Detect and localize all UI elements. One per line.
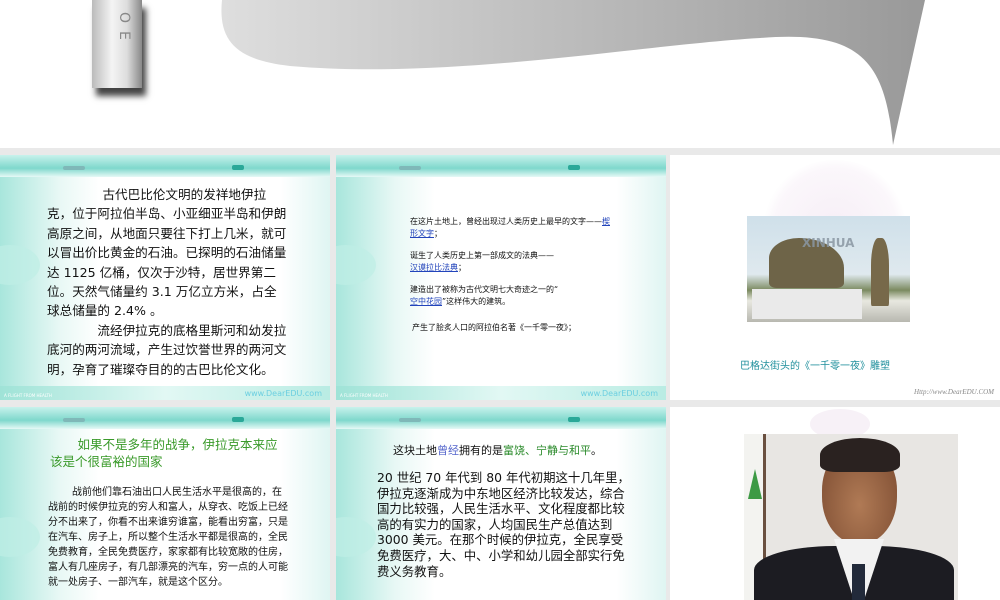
header-pill (399, 166, 421, 170)
slide-header-bar (0, 407, 330, 429)
footer-brand: A FLIGHT FROM HEALTH (340, 393, 388, 398)
paragraph: 古代巴比伦文明的发祥地伊拉克，位于阿拉伯半岛、小亚细亚半岛和伊朗高原之间，从地面… (47, 187, 287, 319)
line: 诞生了人类历史上第一部成文的法典—— 汉谟拉比法典； (410, 250, 610, 274)
fish-decoration (0, 245, 40, 285)
slide-thumbnail-3[interactable]: XINHUA 巴格达街头的《一千零一夜》雕塑 Http://www.DearED… (670, 155, 1000, 400)
slide-header-bar (336, 407, 666, 429)
text: 诞生了人类历史上第一部成文的法典—— (410, 251, 554, 260)
slide-thumbnail-1[interactable]: 古代巴比伦文明的发祥地伊拉克，位于阿拉伯半岛、小亚细亚半岛和伊朗高原之间，从地面… (0, 155, 330, 400)
header-pill (63, 166, 85, 170)
image-watermark: XINHUA (802, 236, 855, 250)
slide-body: 战前他们靠石油出口人民生活水平是很高的，在战前的时候伊拉克的穷人和富人，从穿衣、… (48, 487, 288, 588)
footer-url: www.DearEDU.com (580, 389, 658, 398)
text: 在这片土地上，曾经出现过人类历史上最早的文字—— (410, 217, 602, 226)
sculpture-photo: XINHUA (747, 216, 910, 322)
header-pill (568, 165, 580, 170)
line: 建造出了被称为古代文明七大奇迹之一的“ 空中花园”这样伟大的建筑。 (410, 284, 610, 308)
footer-brand: A FLIGHT FROM HEALTH (4, 393, 52, 398)
text: 曾经 (437, 444, 459, 457)
text: 富饶、宁静与和平 (503, 444, 591, 457)
slide-heading: 这块土地曾经拥有的是富饶、宁静与和平。 (393, 442, 602, 458)
header-pill (63, 418, 85, 422)
slide-body: 20 世纪 70 年代到 80 年代初期这十几年里，伊拉克逐渐成为中东地区经济比… (377, 470, 630, 579)
link-hanging-gardens[interactable]: 空中花园 (410, 297, 442, 306)
footer-url: Http://www.DearEDU.COM (914, 388, 994, 396)
header-pill (568, 417, 580, 422)
portrait-photo (744, 434, 958, 600)
slide-thumbnail-4[interactable]: 如果不是多年的战争，伊拉克本来应该是个很富裕的国家 战前他们靠石油出口人民生活水… (0, 407, 330, 600)
flag-star (748, 469, 762, 499)
fish-decoration (336, 245, 376, 285)
statue-standing (871, 238, 889, 306)
text: 这块土地 (393, 444, 437, 457)
slide-thumbnail-2[interactable]: 在这片土地上，曾经出现过人类历史上最早的文字——楔形文字； 诞生了人类历史上第一… (336, 155, 666, 400)
fish-decoration (336, 517, 376, 557)
text: ； (434, 229, 442, 238)
hair (820, 438, 900, 472)
slide-header-bar (0, 155, 330, 177)
line: 在这片土地上，曾经出现过人类历史上最早的文字——楔形文字； (410, 216, 610, 240)
pedestal (752, 289, 862, 319)
header-pill (232, 165, 244, 170)
text: ”这样伟大的建筑。 (442, 297, 511, 306)
image-caption: 巴格达街头的《一千零一夜》雕塑 (740, 361, 890, 372)
footer-url: www.DearEDU.com (244, 389, 322, 398)
slide-body: 古代巴比伦文明的发祥地伊拉克，位于阿拉伯半岛、小亚细亚半岛和伊朗高原之间，从地面… (47, 185, 289, 379)
slide-title[interactable]: OE (0, 0, 1000, 148)
slide-body: 在这片土地上，曾经出现过人类历史上最早的文字——楔形文字； 诞生了人类历史上第一… (410, 216, 610, 334)
link-hammurabi[interactable]: 汉谟拉比法典 (410, 263, 458, 272)
header-pill (232, 417, 244, 422)
slide-heading: 如果不是多年的战争，伊拉克本来应该是个很富裕的国家 (50, 437, 278, 469)
fish-decoration (0, 517, 40, 557)
slide-thumbnail-6[interactable] (670, 407, 1000, 600)
text: 建造出了被称为古代文明七大奇迹之一的“ (410, 285, 559, 294)
text: 拥有的是 (459, 444, 503, 457)
text: ； (458, 263, 466, 272)
wave-banner (221, 0, 925, 145)
text: 。 (591, 444, 602, 457)
slide-thumbnail-5[interactable]: 这块土地曾经拥有的是富饶、宁静与和平。 20 世纪 70 年代到 80 年代初期… (336, 407, 666, 600)
tie (852, 564, 865, 600)
line: 产生了脍炙人口的阿拉伯名著《一千零一夜》； (412, 323, 576, 332)
header-pill (399, 418, 421, 422)
paragraph: 流经伊拉克的底格里斯河和幼发拉底河的两河流域，产生过饮誉世界的两河文明，孕育了璀… (47, 322, 287, 377)
slide-header-bar (336, 155, 666, 177)
